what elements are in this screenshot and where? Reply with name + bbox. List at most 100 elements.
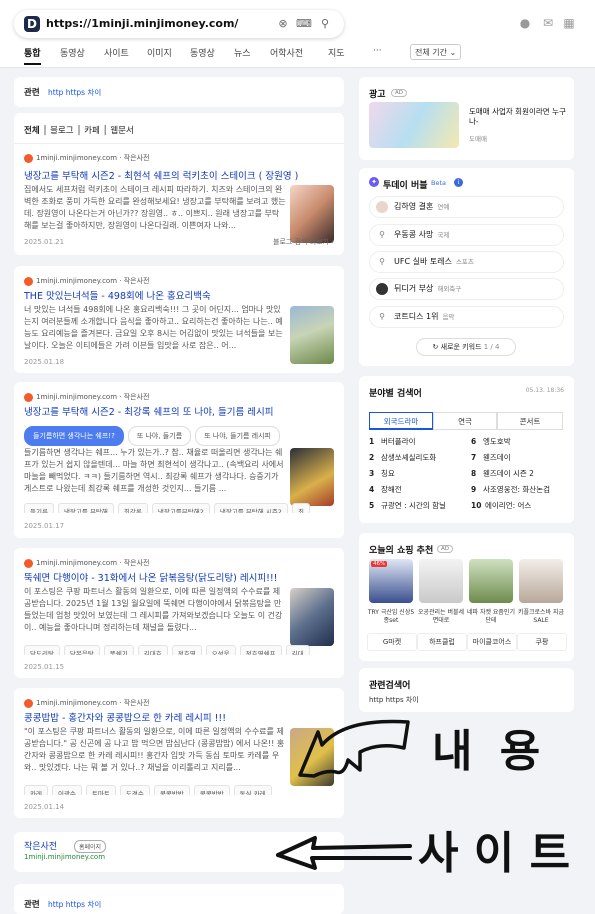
filter-blog[interactable]: 블로그 (50, 126, 73, 136)
keyboard-icon[interactable]: ⌨ (296, 17, 312, 31)
rank-item[interactable]: 5 규광연 : 시간의 함닐 (369, 500, 446, 511)
product-image[interactable] (469, 559, 513, 603)
pill-2[interactable]: 또 나야, 들기름 (127, 426, 192, 446)
tag[interactable]: 닭도리탕 (24, 645, 60, 655)
search-input[interactable]: https://1minji.minjimoney.com/ (46, 17, 238, 30)
search-icon[interactable]: ⚲ (318, 17, 332, 31)
tag[interactable]: 동심 카레 (233, 785, 272, 795)
tag[interactable]: 최 (291, 503, 310, 513)
product-label[interactable]: TRY 극산임 신상5종set (367, 609, 415, 625)
tab-news[interactable]: 뉴스 (234, 46, 251, 59)
period-dropdown[interactable]: 전체 기간 ⌄ (410, 44, 462, 60)
filter-web[interactable]: 웹문서 (110, 126, 133, 136)
tab-dictionary[interactable]: 어학사전 (270, 46, 303, 59)
result-thumbnail[interactable] (290, 448, 334, 506)
shop-button-gmarket[interactable]: G마켓 (367, 633, 417, 651)
rank-item[interactable]: 2 삼생쏘셰실리도화 (369, 452, 436, 463)
sale-badge: 46% (371, 561, 388, 567)
tab-image[interactable]: 이미지 (147, 46, 172, 59)
rank-item[interactable]: 1 버터플라이 (369, 436, 416, 447)
tag[interactable]: 콩콩밥밥 (193, 785, 230, 795)
product-label[interactable]: 오공관리는 버블세면대로 (417, 609, 465, 625)
result-thumbnail[interactable] (290, 306, 334, 364)
tab-more[interactable]: ··· (373, 46, 382, 56)
apps-grid-icon[interactable]: ▦ (562, 16, 576, 30)
product-image[interactable] (419, 559, 463, 603)
trend-item[interactable]: 김하영 결혼 연예 (369, 196, 564, 218)
tag[interactable]: 김대호 (137, 645, 168, 655)
site-name[interactable]: 작은사전 (24, 839, 57, 852)
product-image[interactable] (519, 559, 563, 603)
tab-foreign-drama[interactable]: 외국드라마 (369, 412, 433, 430)
tag[interactable]: 토마토 (85, 785, 116, 795)
clear-icon[interactable]: ⊗ (276, 17, 290, 31)
rank-item[interactable]: 7 웬즈데이 (471, 452, 511, 463)
tab-concert[interactable]: 콘서트 (497, 412, 563, 430)
result-title[interactable]: 냉장고를 부탁해 시즌2 - 최현석 쉐프의 럭키초이 스테이크 ( 장원영 ) (24, 168, 298, 182)
tab-video[interactable]: 동영상 (60, 46, 85, 59)
refresh-keywords-button[interactable]: ↻ 새로운 키워드 1 / 4 (416, 338, 516, 356)
profile-icon[interactable]: ● (518, 16, 532, 30)
tag[interactable]: 냉장고를 부탁해 (57, 503, 114, 513)
related-top-query[interactable]: http https 차이 (48, 87, 101, 98)
tag[interactable]: 콩콩밥밥 (153, 785, 190, 795)
site-favicon (24, 558, 33, 568)
shop-button-halfclub[interactable]: 하프클럽 (417, 633, 467, 651)
search-logo[interactable]: D (24, 16, 40, 32)
related-search-query[interactable]: http https 차이 (369, 695, 419, 705)
rank-item[interactable]: 4 장해전 (369, 484, 402, 495)
rank-item[interactable]: 3 칭요 (369, 468, 395, 479)
site-domain[interactable]: 1minji.minjimoney.com (24, 853, 105, 861)
tag[interactable]: 김대 (285, 645, 310, 655)
tag[interactable]: 냉장고를 부탁해 시즌2 (213, 503, 288, 513)
trend-item[interactable]: ⚲ 우동콩 사망 국제 (369, 224, 564, 246)
result-title[interactable]: 콩콩밥밥 - 홍간자와 콩콩밥으로 한 카레 레시피 !!! (24, 710, 226, 724)
filter-all[interactable]: 전체 (24, 126, 40, 136)
filter-cafe[interactable]: 카페 (84, 126, 100, 136)
tab-map[interactable]: 지도 (328, 46, 345, 59)
search-box[interactable]: D https://1minji.minjimoney.com/ ⊗ ⌨ ⚲ (14, 10, 344, 38)
result-thumbnail[interactable] (290, 185, 334, 243)
trend-item[interactable]: ⚲ 코트디스 1위 음악 (369, 306, 564, 328)
tag[interactable]: 도경수 (119, 785, 150, 795)
tab-site[interactable]: 사이트 (104, 46, 129, 59)
tab-play[interactable]: 연극 (433, 412, 497, 430)
tag[interactable]: 오성욱 (205, 645, 236, 655)
tag[interactable]: 정호영 (171, 645, 202, 655)
tag[interactable]: 뚝쉐기 (103, 645, 134, 655)
tag[interactable]: 닭볶음탕 (63, 645, 100, 655)
trend-item[interactable]: 뒤디거 부상 해외축구 (369, 278, 564, 300)
product-label[interactable]: 키플크로스바 지금SALE (517, 609, 565, 625)
notification-icon[interactable]: ✉ (541, 16, 555, 30)
result-title[interactable]: 냉장고를 부탁해 시즌2 - 최강록 쉐프의 또 나야, 들기름 레시피 (24, 404, 273, 418)
result-thumbnail[interactable] (290, 728, 334, 786)
pill-1[interactable]: 들기름하면 생각나는 쉐프!? (24, 426, 124, 446)
rank-item[interactable]: 10 에이리언: 어스 (471, 500, 531, 511)
trend-item[interactable]: ⚲ UFC 실바 토레스 스포츠 (369, 251, 564, 273)
product-label[interactable]: 네파 자켓 요즘인기단테 (467, 609, 515, 625)
result-thumbnail[interactable] (290, 588, 334, 646)
tab-all[interactable]: 통합 (24, 46, 41, 65)
shop-button-michaelkors[interactable]: 마이클코어스 (467, 633, 517, 651)
info-icon[interactable]: i (454, 178, 463, 187)
rank-item[interactable]: 8 웬즈데이 시즌 2 (471, 468, 534, 479)
ad-image[interactable] (369, 102, 459, 148)
shop-button-coupang[interactable]: 쿠팡 (517, 633, 567, 651)
tag[interactable]: 들기름 (24, 503, 54, 513)
result-title[interactable]: THE 맛있는녀석들 - 498회에 나온 홍요리백숙 (24, 288, 211, 302)
tab-video2[interactable]: 동영상 (190, 46, 215, 59)
tag[interactable]: 정호영쉐프 (239, 645, 282, 655)
result-title[interactable]: 뚝쉐면 다행이야 - 31화에서 나온 닭볶음탕(닭도리탕) 레시피!!! (24, 570, 278, 584)
pill-3[interactable]: 또 나야, 들기름 레시피 (195, 426, 281, 446)
tag[interactable]: 이광수 (51, 785, 82, 795)
related-bottom-query[interactable]: http https 차이 (48, 899, 101, 910)
tag[interactable]: 최강록 (117, 503, 148, 513)
rank-item[interactable]: 9 사조영웅전: 화산논검 (471, 484, 550, 495)
blog-more-link[interactable]: 블로그 검색 더보기 › (273, 237, 334, 247)
result-snippet: 집에서도 세프처럼 럭키초이 스테이크 레시피 따라하기. 치즈와 스테이크의 … (24, 185, 286, 230)
result-tags: 카레 이광수 토마토 도경수 콩콩밥밥 콩콩밥밥 동심 카레 (24, 781, 339, 795)
ad-text[interactable]: 도매매 사업자 회원이라면 누구나- (469, 107, 567, 127)
rank-item[interactable]: 6 엥도호박 (471, 436, 511, 447)
tag[interactable]: 냉장고를부탁해2 (151, 503, 210, 513)
tag[interactable]: 카레 (24, 785, 48, 795)
